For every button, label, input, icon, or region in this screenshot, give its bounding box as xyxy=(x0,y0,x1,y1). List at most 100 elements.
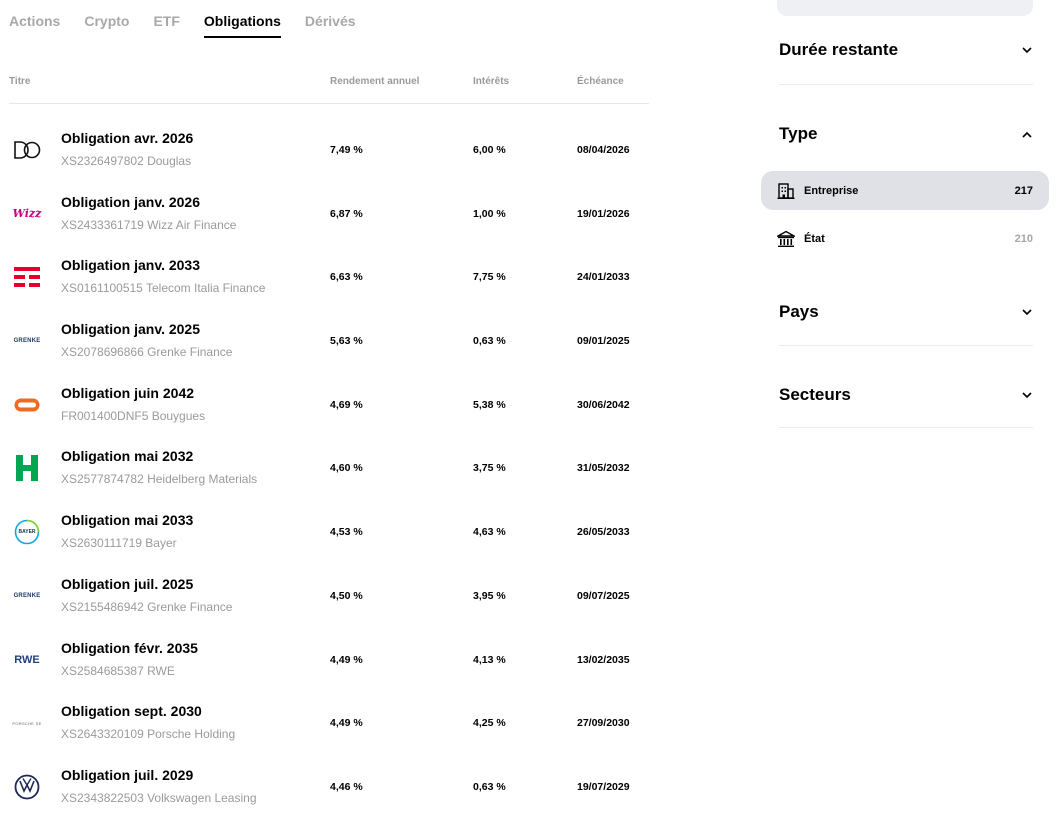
bond-list: Obligation avr. 2026 XS2326497802 Dougla… xyxy=(9,118,649,816)
bond-yield: 7,49 % xyxy=(330,144,363,156)
table-row[interactable]: Obligation janv. 2033 XS0161100515 Telec… xyxy=(9,245,649,309)
bond-title: Obligation sept. 2030 xyxy=(61,703,202,720)
filter-type: Type xyxy=(779,124,1033,156)
filter-sectors-title: Secteurs xyxy=(779,385,851,404)
filter-country-toggle[interactable]: Pays xyxy=(779,302,1033,322)
table-row[interactable]: Obligation juin 2042 FR001400DNF5 Bouygu… xyxy=(9,373,649,437)
bouygues-logo xyxy=(9,389,45,421)
rwe-logo-text: RWE xyxy=(14,653,40,666)
filter-duration-toggle[interactable]: Durée restante xyxy=(779,40,1033,60)
table-row[interactable]: PORSCHE SE Obligation sept. 2030 XS26433… xyxy=(9,691,649,755)
chevron-down-icon xyxy=(1021,306,1033,318)
bond-maturity: 26/05/2033 xyxy=(577,526,630,539)
header-maturity[interactable]: Échéance xyxy=(577,76,624,87)
bond-title: Obligation févr. 2035 xyxy=(61,639,198,656)
douglas-logo xyxy=(9,134,45,166)
bond-yield: 6,87 % xyxy=(330,207,363,220)
bond-interest: 4,63 % xyxy=(473,526,506,539)
tab-etf[interactable]: ETF xyxy=(153,10,179,38)
bond-maturity: 30/06/2042 xyxy=(577,398,630,411)
bond-interest: 0,63 % xyxy=(473,780,506,793)
bond-yield: 4,46 % xyxy=(330,780,363,793)
table-header: Titre Rendement annuel Intérêts Échéance xyxy=(9,72,649,104)
filter-sectors: Secteurs xyxy=(779,385,1033,428)
building-icon xyxy=(777,182,795,200)
bond-yield: 4,49 % xyxy=(330,653,363,666)
bond-title: Obligation mai 2033 xyxy=(61,512,194,529)
porsche-logo-text: PORSCHE SE xyxy=(12,720,42,726)
chevron-up-icon xyxy=(1021,128,1033,140)
tab-actions[interactable]: Actions xyxy=(9,10,60,38)
grenke-logo-text: GRENKE xyxy=(13,338,41,345)
telecom-italia-logo xyxy=(9,261,45,293)
bond-issuer: XS2630111719 Bayer xyxy=(61,536,177,551)
filter-duration: Durée restante xyxy=(779,40,1033,85)
tab-crypto[interactable]: Crypto xyxy=(84,10,129,38)
table-row[interactable]: Obligation juil. 2029 XS2343822503 Volks… xyxy=(9,755,649,816)
tab-derives[interactable]: Dérivés xyxy=(305,10,356,38)
bond-yield: 4,50 % xyxy=(330,589,363,602)
bond-yield: 5,63 % xyxy=(330,335,363,348)
bond-maturity: 09/01/2025 xyxy=(577,335,630,348)
heidelberg-logo xyxy=(9,452,45,484)
bond-issuer: XS0161100515 Telecom Italia Finance xyxy=(61,281,266,296)
bond-interest: 0,63 % xyxy=(473,335,506,348)
table-row[interactable]: BAYER Obligation mai 2033 XS2630111719 B… xyxy=(9,500,649,564)
table-row[interactable]: RWE Obligation févr. 2035 XS2584685387 R… xyxy=(9,628,649,692)
table-row[interactable]: GRENKE Obligation juil. 2025 XS215548694… xyxy=(9,564,649,628)
bond-issuer: XS2343822503 Volkswagen Leasing xyxy=(61,790,257,805)
bond-yield: 6,63 % xyxy=(330,271,363,284)
filter-type-toggle[interactable]: Type xyxy=(779,124,1033,144)
grenke-logo: GRENKE xyxy=(9,325,45,357)
grenke-logo-text: GRENKE xyxy=(13,592,41,599)
filter-type-title: Type xyxy=(779,124,818,143)
table-row[interactable]: Wizz Obligation janv. 2026 XS2433361719 … xyxy=(9,182,649,246)
header-yield[interactable]: Rendement annuel xyxy=(330,76,419,87)
chevron-down-icon xyxy=(1021,389,1033,401)
bond-interest: 4,25 % xyxy=(473,717,506,730)
bond-maturity: 27/09/2030 xyxy=(577,717,630,730)
type-option-etat[interactable]: État 210 xyxy=(761,219,1049,258)
bond-interest: 5,38 % xyxy=(473,398,506,411)
header-title[interactable]: Titre xyxy=(9,76,31,87)
bond-issuer: XS2078696866 Grenke Finance xyxy=(61,345,233,360)
wizz-air-logo: Wizz xyxy=(9,198,45,230)
bond-interest: 4,13 % xyxy=(473,653,506,666)
chevron-down-icon xyxy=(1021,44,1033,56)
bond-issuer: XS2433361719 Wizz Air Finance xyxy=(61,217,237,232)
filter-sectors-toggle[interactable]: Secteurs xyxy=(779,385,1033,405)
bond-maturity: 31/05/2032 xyxy=(577,462,630,475)
volkswagen-logo xyxy=(9,771,45,803)
bond-title: Obligation juin 2042 xyxy=(61,384,195,401)
bond-interest: 3,95 % xyxy=(473,589,506,602)
bond-title: Obligation janv. 2033 xyxy=(61,257,201,274)
bond-maturity: 09/07/2025 xyxy=(577,589,630,602)
asset-tabs: Actions Crypto ETF Obligations Dérivés xyxy=(9,10,356,38)
table-row[interactable]: Obligation avr. 2026 XS2326497802 Dougla… xyxy=(9,118,649,182)
bond-issuer: XS2584685387 RWE xyxy=(61,663,175,678)
tab-obligations[interactable]: Obligations xyxy=(203,10,281,38)
option-label: Entreprise xyxy=(804,184,859,197)
bond-interest: 7,75 % xyxy=(473,271,506,284)
bond-maturity: 24/01/2033 xyxy=(577,271,630,284)
bond-title: Obligation juil. 2025 xyxy=(61,575,194,592)
type-option-entreprise[interactable]: Entreprise 217 xyxy=(761,171,1049,210)
rwe-logo: RWE xyxy=(9,644,45,676)
government-icon xyxy=(777,230,795,248)
bond-issuer: FR001400DNF5 Bouygues xyxy=(61,408,206,423)
bond-yield: 4,69 % xyxy=(330,398,363,411)
table-row[interactable]: Obligation mai 2032 XS2577874782 Heidelb… xyxy=(9,436,649,500)
bayer-logo-text: BAYER xyxy=(18,529,36,536)
table-row[interactable]: GRENKE Obligation janv. 2025 XS207869686… xyxy=(9,309,649,373)
bond-maturity: 08/04/2026 xyxy=(577,144,630,156)
bond-issuer: XS2643320109 Porsche Holding xyxy=(61,727,236,742)
filter-duration-title: Durée restante xyxy=(779,40,899,59)
option-count: 217 xyxy=(1014,184,1033,197)
header-interest[interactable]: Intérêts xyxy=(473,76,509,87)
option-count: 210 xyxy=(1014,232,1033,245)
top-filter-button[interactable] xyxy=(777,0,1033,16)
bond-interest: 3,75 % xyxy=(473,462,506,475)
filter-country-title: Pays xyxy=(779,302,819,321)
bond-yield: 4,49 % xyxy=(330,717,363,730)
wizz-logo-text: Wizz xyxy=(12,207,42,221)
